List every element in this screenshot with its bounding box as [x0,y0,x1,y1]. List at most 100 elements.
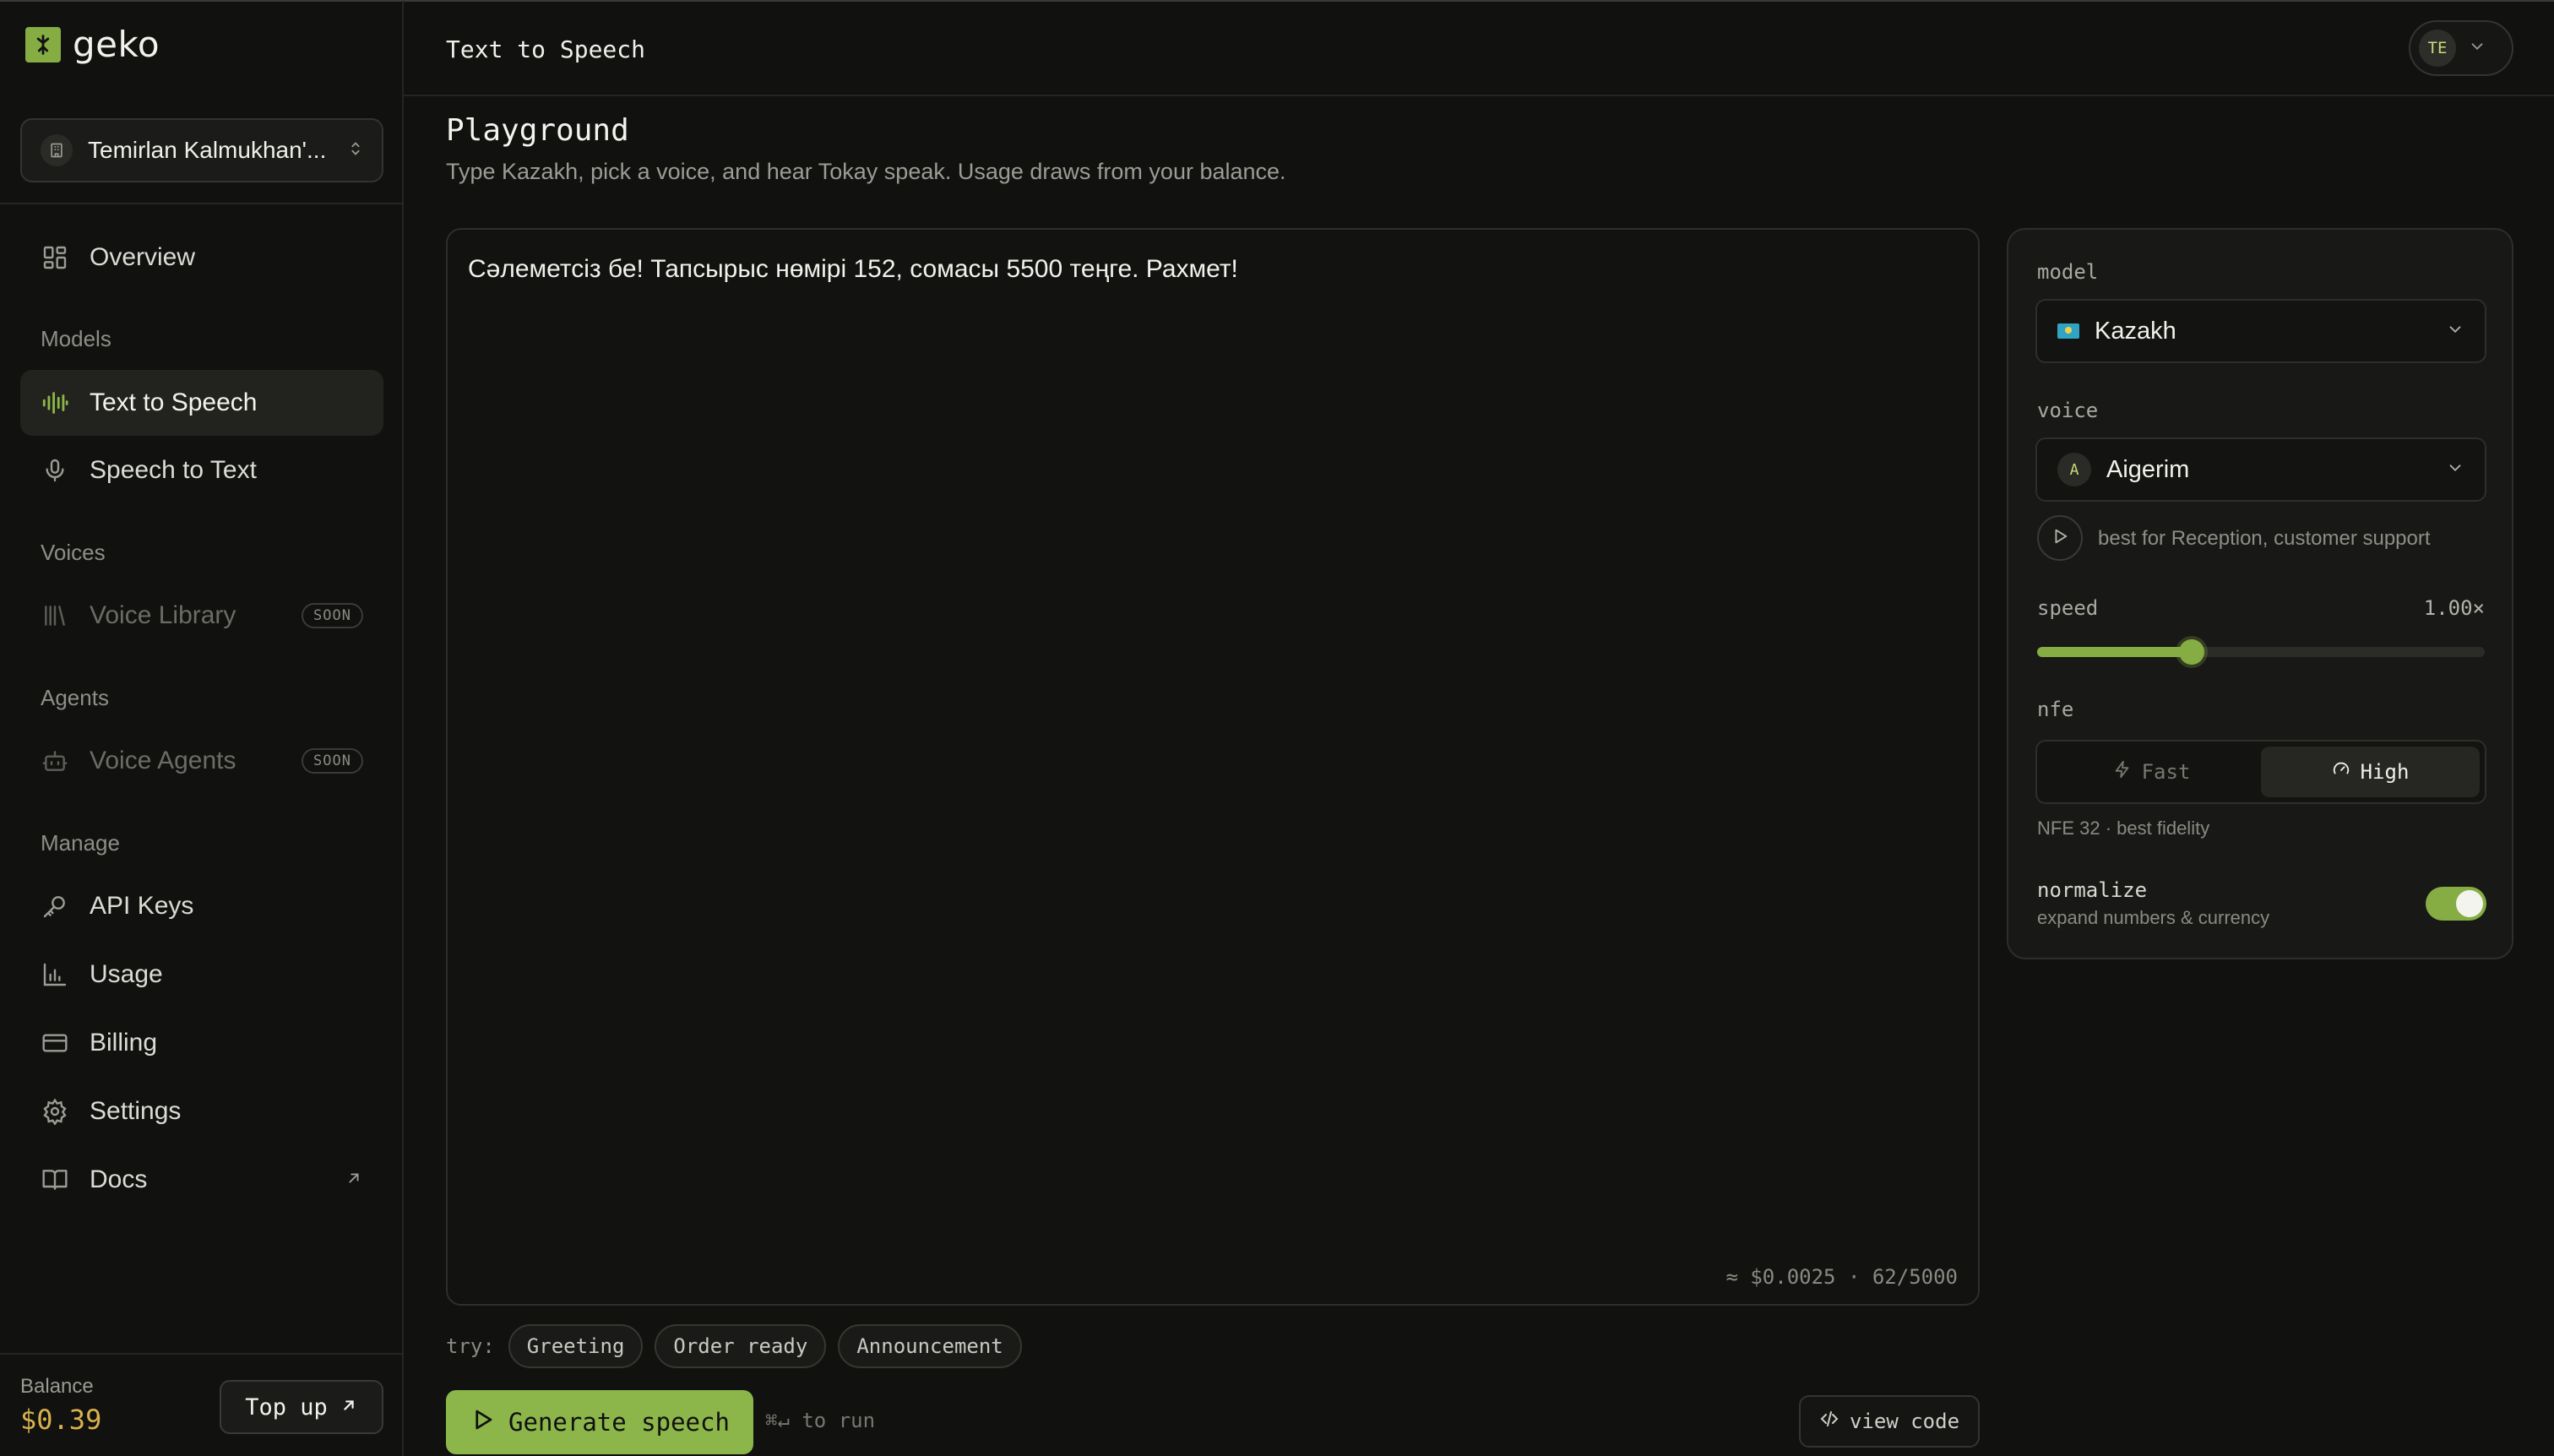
building-icon [41,134,73,166]
voice-avatar: A [2057,453,2091,486]
sidebar-item-voice-library[interactable]: Voice Library SOON [20,583,383,649]
sidebar-item-speech-to-text[interactable]: Speech to Text [20,437,383,503]
sidebar-item-text-to-speech[interactable]: Text to Speech [20,370,383,436]
balance-section: Balance $0.39 Top up [0,1353,404,1456]
page-subtitle: Type Kazakh, pick a voice, and hear Toka… [446,159,1286,184]
soon-badge: SOON [302,603,363,628]
cost-char-counter: ≈ $0.0025 · 62/5000 [1725,1265,1958,1289]
section-label-voices: Voices [41,540,106,565]
settings-panel: model Kazakh voice A Aigerim best for Re… [2007,228,2513,959]
top-up-label: Top up [245,1394,328,1421]
sidebar-item-api-keys[interactable]: API Keys [20,873,383,939]
app-name: geko [73,24,160,65]
gear-icon [41,1097,69,1126]
nfe-option-label: High [2360,760,2410,784]
zap-icon [2113,760,2132,784]
example-prompts: try: Greeting Order ready Announcement [446,1323,1022,1370]
sidebar-item-label: Docs [90,1165,148,1193]
key-icon [41,892,69,921]
nfe-segmented-control: Fast High [2035,740,2486,804]
chevron-down-icon [2446,318,2464,345]
top-up-button[interactable]: Top up [220,1380,383,1434]
try-label: try: [446,1334,495,1358]
org-switcher[interactable]: Temirlan Kalmukhan'... [20,118,383,182]
voice-label: voice [2037,399,2099,422]
sidebar-item-overview[interactable]: Overview [20,225,383,291]
toggle-knob [2456,890,2483,917]
model-select[interactable]: Kazakh [2035,299,2486,363]
model-value: Kazakh [2095,317,2176,345]
audio-waveform-icon [41,388,69,417]
speed-slider-thumb[interactable] [2178,639,2204,665]
kazakhstan-flag-icon [2057,323,2079,339]
bot-icon [41,747,69,775]
speed-slider[interactable] [2037,639,2485,665]
example-chip-order-ready[interactable]: Order ready [655,1324,827,1368]
model-label: model [2037,260,2099,284]
sidebar-item-usage[interactable]: Usage [20,942,383,1008]
sidebar-item-label: Voice Library [90,601,236,629]
microphone-icon [41,456,69,485]
normalize-label: normalize [2037,878,2148,902]
section-label-models: Models [41,326,111,351]
logo[interactable]: geko [25,24,160,65]
text-input-area[interactable]: Сәлеметсіз бе! Тапсырыс нөмірі 152, сома… [446,228,1980,1306]
sidebar-item-label: API Keys [90,892,194,920]
chevron-updown-icon [346,139,365,162]
credit-card-icon [41,1029,69,1057]
voice-preview-button[interactable] [2037,515,2083,561]
voice-value: Aigerim [2106,455,2190,483]
nfe-option-fast[interactable]: Fast [2042,747,2261,797]
view-code-label: view code [1849,1410,1960,1433]
normalize-description: expand numbers & currency [2037,907,2270,928]
page-header-title: Text to Speech [446,35,646,63]
sidebar-item-label: Voice Agents [90,747,236,774]
speed-label: speed [2037,596,2099,620]
generate-speech-button[interactable]: Generate speech [446,1390,753,1454]
sidebar-item-billing[interactable]: Billing [20,1010,383,1076]
nfe-option-label: Fast [2141,760,2191,784]
nfe-note: NFE 32 · best fidelity [2037,818,2210,839]
nfe-option-high[interactable]: High [2261,747,2480,797]
user-menu[interactable]: TE [2409,20,2513,76]
section-label-manage: Manage [41,830,120,856]
chevron-down-icon [2446,456,2464,484]
voice-description: best for Reception, customer support [2098,527,2431,550]
section-label-agents: Agents [41,685,109,710]
arrow-up-right-icon [340,1394,358,1421]
external-link-icon [345,1165,363,1194]
balance-value: $0.39 [20,1404,102,1436]
balance-label: Balance [20,1375,94,1398]
library-icon [41,601,69,630]
sidebar-item-docs[interactable]: Docs [20,1147,383,1213]
sidebar-item-label: Settings [90,1097,182,1125]
sidebar-item-label: Text to Speech [90,388,258,416]
sidebar-item-voice-agents[interactable]: Voice Agents SOON [20,728,383,794]
sidebar-item-settings[interactable]: Settings [20,1078,383,1144]
example-chip-greeting[interactable]: Greeting [508,1324,644,1368]
avatar: TE [2419,30,2456,67]
sidebar-item-label: Overview [90,243,196,271]
sidebar-divider [0,203,404,204]
chevron-down-icon [2468,37,2486,60]
code-icon [1819,1409,1839,1434]
view-code-button[interactable]: view code [1799,1395,1980,1448]
sidebar-item-label: Billing [90,1029,158,1057]
bar-chart-icon [41,960,69,989]
play-icon [470,1407,495,1438]
soon-badge: SOON [302,748,363,774]
example-chip-announcement[interactable]: Announcement [838,1324,1022,1368]
input-text[interactable]: Сәлеметсіз бе! Тапсырыс нөмірі 152, сома… [468,255,1238,284]
sidebar: geko Temirlan Kalmukhan'... Overview Mod… [0,0,404,1456]
speed-slider-fill [2037,647,2192,657]
nfe-label: nfe [2037,698,2074,721]
keyboard-shortcut-hint: ⌘↵ to run [765,1409,876,1432]
sidebar-item-label: Usage [90,960,163,988]
voice-select[interactable]: A Aigerim [2035,437,2486,502]
normalize-toggle[interactable] [2426,887,2486,921]
book-open-icon [41,1165,69,1194]
grid-icon [41,243,69,272]
gauge-icon [2332,760,2350,784]
page-title: Playground [446,113,629,148]
org-name: Temirlan Kalmukhan'... [88,137,327,163]
